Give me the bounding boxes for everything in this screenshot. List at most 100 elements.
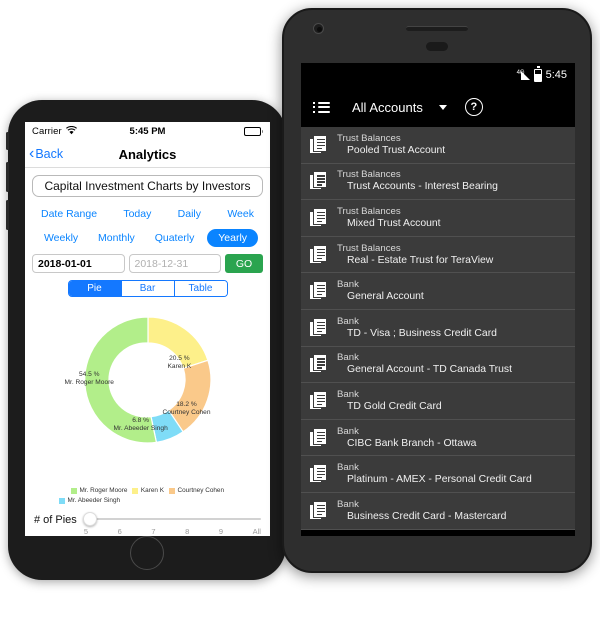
document-icon <box>309 464 328 484</box>
iphone-mute-switch <box>6 132 9 150</box>
row-category: Bank <box>337 388 359 400</box>
account-list: Trust Balances Pooled Trust Account Trus… <box>301 127 575 530</box>
document-icon <box>309 427 328 448</box>
range-week[interactable]: Week <box>220 205 261 223</box>
iphone-screen: Carrier 5:45 PM ‹ Back Analytics Capital… <box>25 122 270 536</box>
earpiece-speaker <box>406 26 468 31</box>
page-title: Analytics <box>118 146 177 162</box>
row-account-name: Mixed Trust Account <box>347 218 441 230</box>
slider-tick-6: 6 <box>117 527 122 536</box>
hamburger-menu-icon[interactable] <box>313 101 330 113</box>
range-today[interactable]: Today <box>116 205 158 223</box>
tab-bar[interactable]: Bar <box>121 281 175 296</box>
tab-table[interactable]: Table <box>174 281 227 296</box>
table-row[interactable]: Bank CIBC Bank Branch - Ottawa <box>301 420 575 457</box>
row-account-name: Trust Accounts - Interest Bearing <box>347 181 498 193</box>
iphone-volume-down-button <box>6 200 9 230</box>
document-icon <box>309 317 328 338</box>
row-category: Bank <box>337 498 359 510</box>
row-category: Bank <box>337 425 359 437</box>
document-icon <box>309 354 328 374</box>
network-type-label: 4G <box>516 69 525 76</box>
range-monthly[interactable]: Monthly <box>91 229 142 247</box>
table-row[interactable]: Trust Balances Pooled Trust Account <box>301 127 575 164</box>
front-camera-icon <box>313 23 324 34</box>
tab-pie[interactable]: Pie <box>68 281 122 296</box>
row-account-name: Pooled Trust Account <box>347 144 446 156</box>
row-category: Trust Balances <box>337 242 401 254</box>
row-category: Bank <box>337 315 359 327</box>
slider-tick-all: All <box>252 527 261 536</box>
row-category: Trust Balances <box>337 205 401 217</box>
ios-navigation-bar: ‹ Back Analytics <box>25 141 270 168</box>
android-device-frame: 4G 5:45 All Accounts ? Trust Balances Po… <box>282 8 592 573</box>
legend-item-abeeder-singh: Mr. Abeeder Singh <box>46 497 249 504</box>
slider-tick-8: 8 <box>185 527 190 536</box>
android-screen: 4G 5:45 All Accounts ? Trust Balances Po… <box>301 63 575 536</box>
row-account-name: Real - Estate Trust for TeraView <box>347 254 494 266</box>
slider-thumb[interactable] <box>82 512 97 526</box>
row-category: Trust Balances <box>337 132 401 144</box>
row-category: Bank <box>337 462 359 474</box>
slider-tick-labels: 5 6 7 8 9 All <box>83 526 261 536</box>
signal-icon: 4G <box>516 69 530 80</box>
chart-title-box: Capital Investment Charts by Investors <box>32 175 263 197</box>
table-row[interactable]: Trust Balances Trust Accounts - Interest… <box>301 164 575 201</box>
row-account-name: CIBC Bank Branch - Ottawa <box>347 437 477 449</box>
row-category: Trust Balances <box>337 169 401 181</box>
range-quaterly[interactable]: Quaterly <box>148 229 202 247</box>
row-account-name: General Account - TD Canada Trust <box>347 364 512 376</box>
account-filter-label: All Accounts <box>352 99 423 115</box>
range-row-primary: Date Range Today Daily Week <box>32 205 263 223</box>
table-row[interactable]: Bank TD Gold Credit Card <box>301 383 575 420</box>
date-to-input[interactable]: 2018-12-31 <box>128 254 221 273</box>
document-icon <box>309 207 328 228</box>
android-status-bar: 4G 5:45 <box>301 63 575 87</box>
iphone-home-button[interactable] <box>130 536 164 570</box>
legend-label: Mr. Abeeder Singh <box>67 497 121 504</box>
table-row[interactable]: Trust Balances Real - Estate Trust for T… <box>301 237 575 274</box>
range-row-secondary: Weekly Monthly Quaterly Yearly <box>32 229 263 247</box>
table-row[interactable]: Trust Balances Mixed Trust Account <box>301 200 575 237</box>
battery-icon <box>243 127 263 136</box>
range-date-range[interactable]: Date Range <box>34 205 104 223</box>
android-toolbar: All Accounts ? <box>301 87 575 127</box>
account-filter-spinner[interactable]: All Accounts <box>352 100 447 115</box>
table-row[interactable]: Bank Platinum - AMEX - Personal Credit C… <box>301 456 575 493</box>
ios-clock: 5:45 PM <box>129 126 166 137</box>
date-from-input[interactable]: 2018-01-01 <box>32 254 125 273</box>
android-clock: 5:45 <box>545 69 567 81</box>
range-yearly[interactable]: Yearly <box>207 229 259 247</box>
slider-track[interactable] <box>82 518 261 520</box>
row-category: Bank <box>337 352 359 364</box>
iphone-volume-up-button <box>6 162 9 192</box>
row-account-name: General Account <box>347 291 424 303</box>
row-account-name: Business Credit Card - Mastercard <box>347 510 507 522</box>
slice-label-roger-moore: 54.5 % Mr. Roger Moore <box>64 371 114 387</box>
table-row[interactable]: Bank General Account - TD Canada Trust <box>301 347 575 384</box>
view-mode-segmented-control: Pie Bar Table <box>67 280 228 297</box>
slider-track-wrap[interactable] <box>82 512 261 526</box>
row-account-name: TD Gold Credit Card <box>347 400 442 412</box>
slice-label-abeeder-singh: 6.8 % Mr. Abeeder Singh <box>113 417 168 433</box>
iphone-device-frame: Carrier 5:45 PM ‹ Back Analytics Capital… <box>6 100 286 580</box>
document-icon <box>309 390 328 411</box>
table-row[interactable]: Bank Business Credit Card - Mastercard <box>301 493 575 530</box>
range-daily[interactable]: Daily <box>171 205 208 223</box>
range-weekly[interactable]: Weekly <box>37 229 85 247</box>
pie-chart-area: 20.5 % Karen K 18.2 % Courtney Cohen 6.8… <box>32 301 263 491</box>
chevron-down-icon <box>438 104 447 110</box>
donut-chart[interactable]: 20.5 % Karen K 18.2 % Courtney Cohen 6.8… <box>65 305 223 460</box>
table-row[interactable]: Bank TD - Visa ; Business Credit Card <box>301 310 575 347</box>
legend-swatch-icon <box>59 497 65 504</box>
proximity-sensor <box>426 42 448 51</box>
document-icon <box>309 500 328 521</box>
go-button[interactable]: GO <box>225 254 263 273</box>
table-row[interactable]: Bank General Account <box>301 273 575 310</box>
row-account-name: TD - Visa ; Business Credit Card <box>347 327 497 339</box>
slider-tick-9: 9 <box>218 527 224 536</box>
document-icon <box>309 171 328 191</box>
row-category: Bank <box>337 279 359 291</box>
slice-label-karen-k: 20.5 % Karen K <box>167 355 192 371</box>
help-circle-icon[interactable]: ? <box>464 98 483 116</box>
